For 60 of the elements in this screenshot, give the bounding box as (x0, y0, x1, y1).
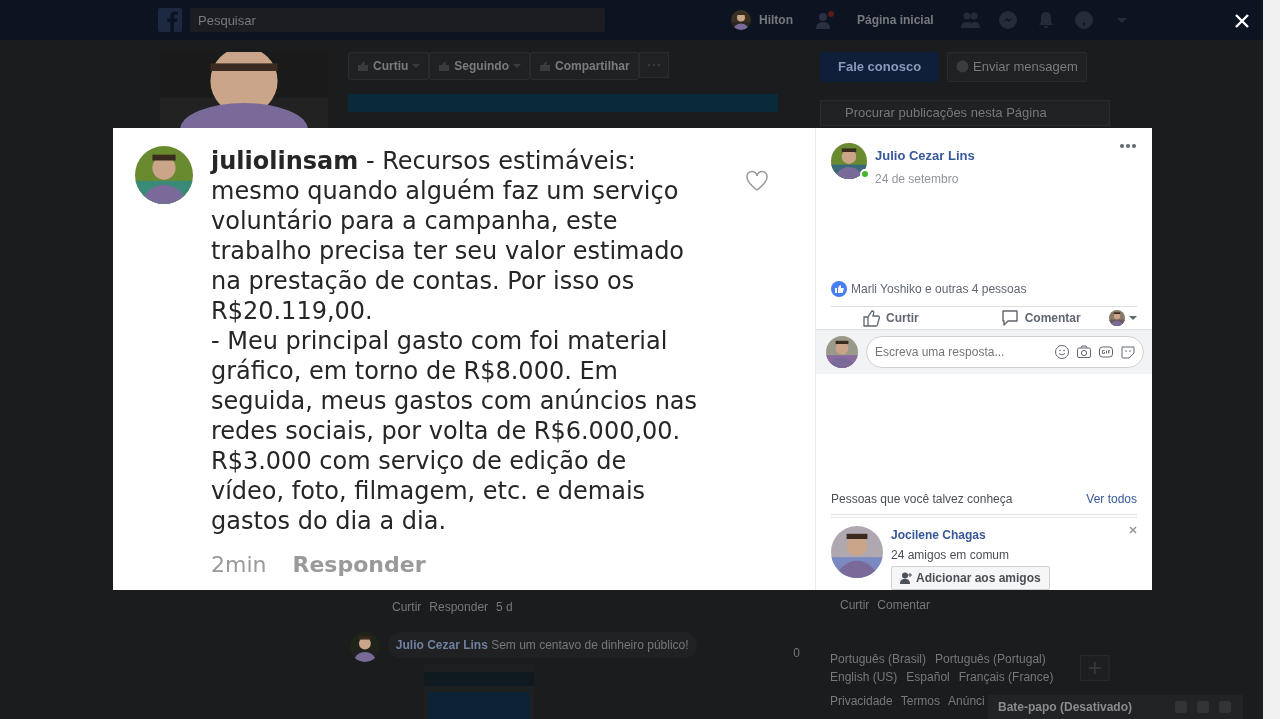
language-link[interactable]: English (US) (830, 667, 898, 686)
heart-icon[interactable] (745, 170, 769, 192)
footer-link[interactable]: Anúnci (948, 691, 985, 710)
see-all-link[interactable]: Ver todos (1086, 490, 1137, 508)
language-link[interactable]: Español (906, 667, 950, 686)
comment-link[interactable]: Responder (429, 598, 489, 616)
search-field[interactable]: Procurar publicações nesta Página (820, 99, 1110, 126)
friend-requests-icon[interactable] (959, 10, 980, 30)
person-name[interactable]: Jocilene Chagas (891, 526, 1121, 544)
gif-icon[interactable] (1098, 344, 1114, 360)
reactions-summary[interactable]: Marli Yoshiko e outras 4 pessoas (851, 279, 1027, 298)
dropdown-button[interactable]: Seguindo (429, 52, 530, 80)
help-icon[interactable] (1073, 10, 1094, 30)
more-icon[interactable] (1119, 143, 1137, 149)
reply-field[interactable]: Escreva uma resposta... (866, 336, 1144, 368)
comment-text: Julio Cezar Lins Sem um centavo de dinheiro público! (387, 632, 697, 658)
caret-icon (412, 62, 421, 70)
add-friend-icon (900, 572, 912, 584)
language-link[interactable]: Português (Brasil) (830, 649, 927, 668)
speech-bubble-icon (1000, 308, 1019, 327)
comment-time: 2min (211, 551, 267, 579)
language-link[interactable]: Português (Portugal) (935, 649, 1046, 668)
footer-link[interactable]: Termos (900, 691, 941, 710)
comment-time: 5 d (496, 599, 513, 616)
comment-button[interactable]: Comentar (994, 307, 1087, 328)
close-icon[interactable] (1129, 526, 1137, 534)
thumb-icon (438, 60, 451, 72)
vote-count: 0 (793, 645, 800, 662)
post-date[interactable]: 24 de setembro (875, 169, 1111, 188)
caret-icon[interactable] (1129, 313, 1137, 322)
comment-text: juliolinsam - Recursos estimáveis: mesmo quando alguém faz um serviço voluntário para a campanha, este trabalho precisa ter seu valor estimado na prestação de contas. Por isso os R$20.119,00. - Meu principal gasto com foi material gráfico, em torno de R$8.000. Em seguida, meus gastos com anúncios nas redes sociais, por volta de R$6.000,00. R$3.000 com serviço de edição de vídeo, foto, filmagem, etc. e demais gastos do dia a dia. (211, 146, 699, 536)
post-action-link[interactable]: Comentar (877, 595, 931, 614)
reply-link[interactable]: Responder (292, 548, 426, 581)
search-field[interactable]: Pesquisar (190, 8, 605, 32)
suggestions-title: Pessoas que você talvez conheça (831, 491, 1013, 508)
mutual-friends: 24 amigos em comum (891, 547, 1011, 564)
comment-link[interactable]: Curtir (392, 598, 422, 616)
sticker-icon[interactable] (1120, 344, 1136, 360)
home-link[interactable]: Página inicial (857, 11, 934, 29)
footer-link[interactable]: Privacidade (830, 691, 893, 710)
like-button[interactable]: Curtir (856, 307, 925, 328)
thumb-icon (357, 60, 369, 72)
share-button[interactable]: Compartilhar (530, 52, 639, 80)
emoji-icon[interactable] (1054, 344, 1070, 360)
dropdown-button[interactable]: Curtiu (348, 52, 430, 80)
post-action-link[interactable]: Curtir (840, 595, 870, 614)
camera-icon[interactable] (1076, 344, 1092, 360)
scrollbar[interactable] (1263, 0, 1280, 719)
thumb-icon (862, 308, 880, 327)
message-button[interactable]: Enviar mensagem (947, 52, 1087, 82)
add-friend-button[interactable]: Adicionar aos amigos (891, 566, 1050, 590)
user-name[interactable]: Hilton (759, 11, 793, 29)
like-icon (831, 280, 847, 297)
language-link[interactable]: Français (France) (958, 667, 1054, 686)
caret-icon (513, 62, 521, 70)
logo-icon[interactable] (158, 8, 182, 32)
chat-label[interactable]: Bate-papo (Desativado) (998, 698, 1167, 716)
author-name[interactable]: Julio Cezar Lins (875, 146, 1111, 166)
contact-button[interactable]: Fale conosco (820, 52, 940, 82)
add-icon[interactable] (1080, 654, 1110, 681)
